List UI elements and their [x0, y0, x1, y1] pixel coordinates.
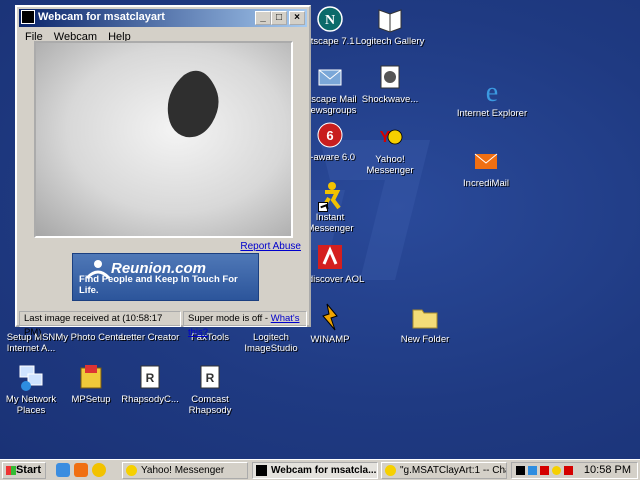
desktop-icon-internet-explorer[interactable]: e Internet Explorer: [455, 76, 529, 119]
desktop-icon-comcast-rhapsody[interactable]: R Comcast Rhapsody: [173, 362, 247, 416]
webcam-image: [167, 70, 219, 138]
rhapsody-icon: R: [140, 365, 160, 389]
task-yahoo-messenger[interactable]: Yahoo! Messenger: [122, 462, 248, 479]
title-bar[interactable]: Webcam for msatclayart _ □ ×: [19, 9, 307, 27]
yahoo-messenger-icon: Y: [380, 129, 403, 146]
tray-yahoo-icon[interactable]: [552, 466, 561, 475]
network-icon: [19, 365, 43, 391]
svg-text:R: R: [146, 371, 155, 385]
aol-icon: [318, 245, 342, 269]
quicklaunch-player-icon[interactable]: [92, 463, 106, 477]
taskbar: Start Yahoo! Messenger Webcam for msatcl…: [0, 459, 640, 480]
svg-text:e: e: [486, 77, 498, 106]
quicklaunch-ie-icon[interactable]: [56, 463, 70, 477]
folder-icon: [412, 309, 438, 329]
task-chat[interactable]: "g.MSATClayArt:1 -- Chat: [381, 462, 507, 479]
status-last-image: Last image received at (10:58:17 PM): [19, 311, 181, 338]
adaware-icon: 6: [317, 122, 343, 148]
internet-explorer-icon: e: [486, 77, 498, 106]
incredimail-icon: [474, 153, 498, 169]
report-abuse-link[interactable]: Report Abuse: [240, 241, 301, 252]
start-button[interactable]: Start: [2, 462, 46, 479]
desktop-icon-logitech-gallery[interactable]: Logitech Gallery: [353, 4, 427, 47]
close-button[interactable]: ×: [289, 11, 305, 25]
clock[interactable]: 10:58 PM: [584, 464, 631, 476]
netscape-icon: N: [317, 6, 343, 32]
svg-text:R: R: [206, 371, 215, 385]
tray-app-icon[interactable]: [564, 466, 573, 475]
tray-speaker-icon[interactable]: [516, 466, 525, 475]
ad-tagline: Find People and Keep In Touch For Life.: [79, 274, 238, 296]
svg-text:6: 6: [326, 128, 333, 143]
mail-icon: [318, 69, 342, 86]
setup-box-icon: [80, 365, 102, 389]
chat-icon: [385, 465, 396, 476]
task-webcam[interactable]: Webcam for msatcla...: [252, 462, 378, 479]
webcam-window: Webcam for msatclayart _ □ × File Webcam…: [15, 5, 311, 338]
minimize-button[interactable]: _: [255, 11, 271, 25]
desktop-icon-yahoo-messenger[interactable]: Y Yahoo! Messenger: [353, 122, 427, 176]
desktop-icon-shockwave[interactable]: Shockwave...: [353, 62, 427, 105]
window-title: Webcam for msatclayart: [38, 11, 165, 23]
webcam-app-icon[interactable]: [21, 10, 35, 24]
logitech-gallery-icon: [378, 9, 402, 33]
desktop-icon-incredimail[interactable]: IncrediMail: [449, 146, 523, 189]
tray-network-icon[interactable]: [528, 466, 537, 475]
shockwave-icon: [380, 65, 400, 89]
windows-flag-icon: [6, 466, 16, 475]
status-super-mode: Super mode is off - What's this?: [183, 311, 307, 338]
webcam-app-icon: [256, 465, 267, 476]
yahoo-smiley-icon: [126, 465, 137, 476]
maximize-button[interactable]: □: [271, 11, 287, 25]
rhapsody-icon: R: [200, 365, 220, 389]
desktop-icon-new-folder[interactable]: New Folder: [388, 302, 462, 345]
winamp-icon: [322, 303, 338, 331]
svg-text:N: N: [325, 13, 335, 28]
tray-shield-icon[interactable]: [540, 466, 549, 475]
shortcut-arrow-icon: [318, 202, 328, 212]
quicklaunch-mail-icon[interactable]: [74, 463, 88, 477]
desktop: My My P Ac N etscape 7.1 etscape Mail Ne…: [0, 0, 640, 460]
ad-banner[interactable]: Reunion.com Find People and Keep In Touc…: [72, 253, 259, 301]
webcam-video-frame: [34, 41, 293, 238]
system-tray: 10:58 PM: [511, 462, 638, 479]
